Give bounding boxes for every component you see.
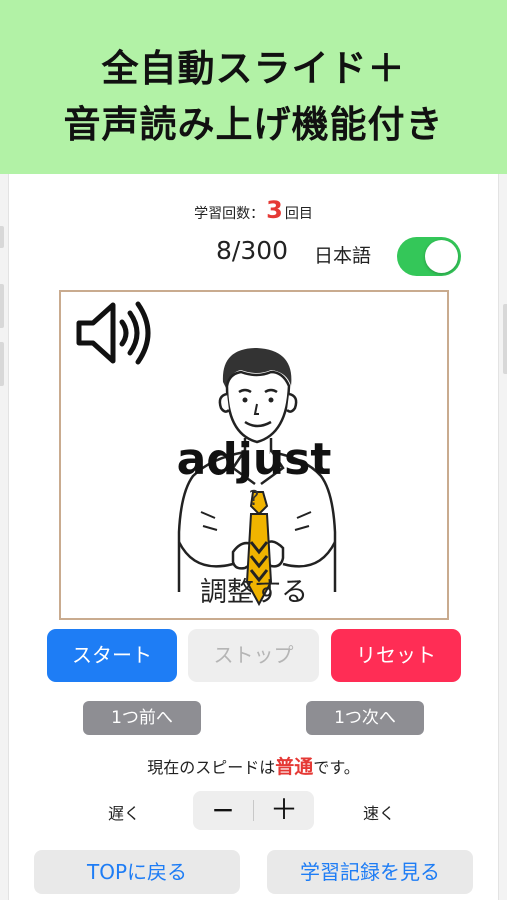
study-count-value: 3 bbox=[266, 196, 283, 224]
hint-mark: ? bbox=[248, 486, 260, 510]
speed-status-prefix: 現在のスピードは bbox=[147, 758, 276, 777]
reset-button[interactable]: リセット bbox=[331, 629, 461, 682]
device-side-button bbox=[503, 304, 507, 374]
promo-banner: 全自動スライド＋ 音声読み上げ機能付き bbox=[0, 0, 507, 174]
speed-stepper: − ＋ bbox=[193, 791, 314, 830]
back-to-top-button[interactable]: TOPに戻る bbox=[34, 850, 240, 894]
study-count-label: 学習回数： bbox=[194, 206, 265, 222]
speed-decrease-button[interactable]: − bbox=[193, 791, 253, 830]
slower-label: 遅く bbox=[108, 804, 141, 823]
device-side-button bbox=[0, 342, 4, 386]
next-button[interactable]: 1つ次へ bbox=[306, 701, 424, 735]
study-count-suffix: 回目 bbox=[284, 206, 313, 222]
banner-title-line-2: 音声読み上げ機能付き bbox=[63, 103, 444, 146]
stop-button[interactable]: ストップ bbox=[188, 629, 319, 682]
speed-increase-button[interactable]: ＋ bbox=[254, 791, 314, 830]
flash-card: adjust ? 調整する bbox=[59, 290, 449, 620]
device-side-button bbox=[0, 284, 4, 328]
start-button[interactable]: スタート bbox=[47, 629, 177, 682]
speed-status-suffix: です。 bbox=[313, 758, 360, 777]
toggle-knob bbox=[425, 240, 458, 273]
japanese-toggle[interactable] bbox=[397, 237, 461, 276]
speed-status: 現在のスピードは普通です。 bbox=[0, 752, 507, 779]
progress-counter: 8/300 bbox=[216, 236, 289, 265]
speed-value: 普通 bbox=[275, 756, 314, 778]
previous-button[interactable]: 1つ前へ bbox=[83, 701, 201, 735]
device-side-button bbox=[0, 226, 4, 248]
speaker-volume-icon[interactable] bbox=[75, 297, 155, 373]
vocab-word: adjust bbox=[176, 434, 332, 485]
view-study-record-button[interactable]: 学習記録を見る bbox=[267, 850, 473, 894]
japanese-toggle-label: 日本語 bbox=[314, 245, 372, 267]
study-count: 学習回数：3 回目 bbox=[0, 196, 507, 224]
vocab-meaning: 調整する bbox=[200, 577, 308, 608]
faster-label: 速く bbox=[363, 804, 396, 823]
banner-title-line-1: 全自動スライド＋ bbox=[101, 47, 406, 90]
